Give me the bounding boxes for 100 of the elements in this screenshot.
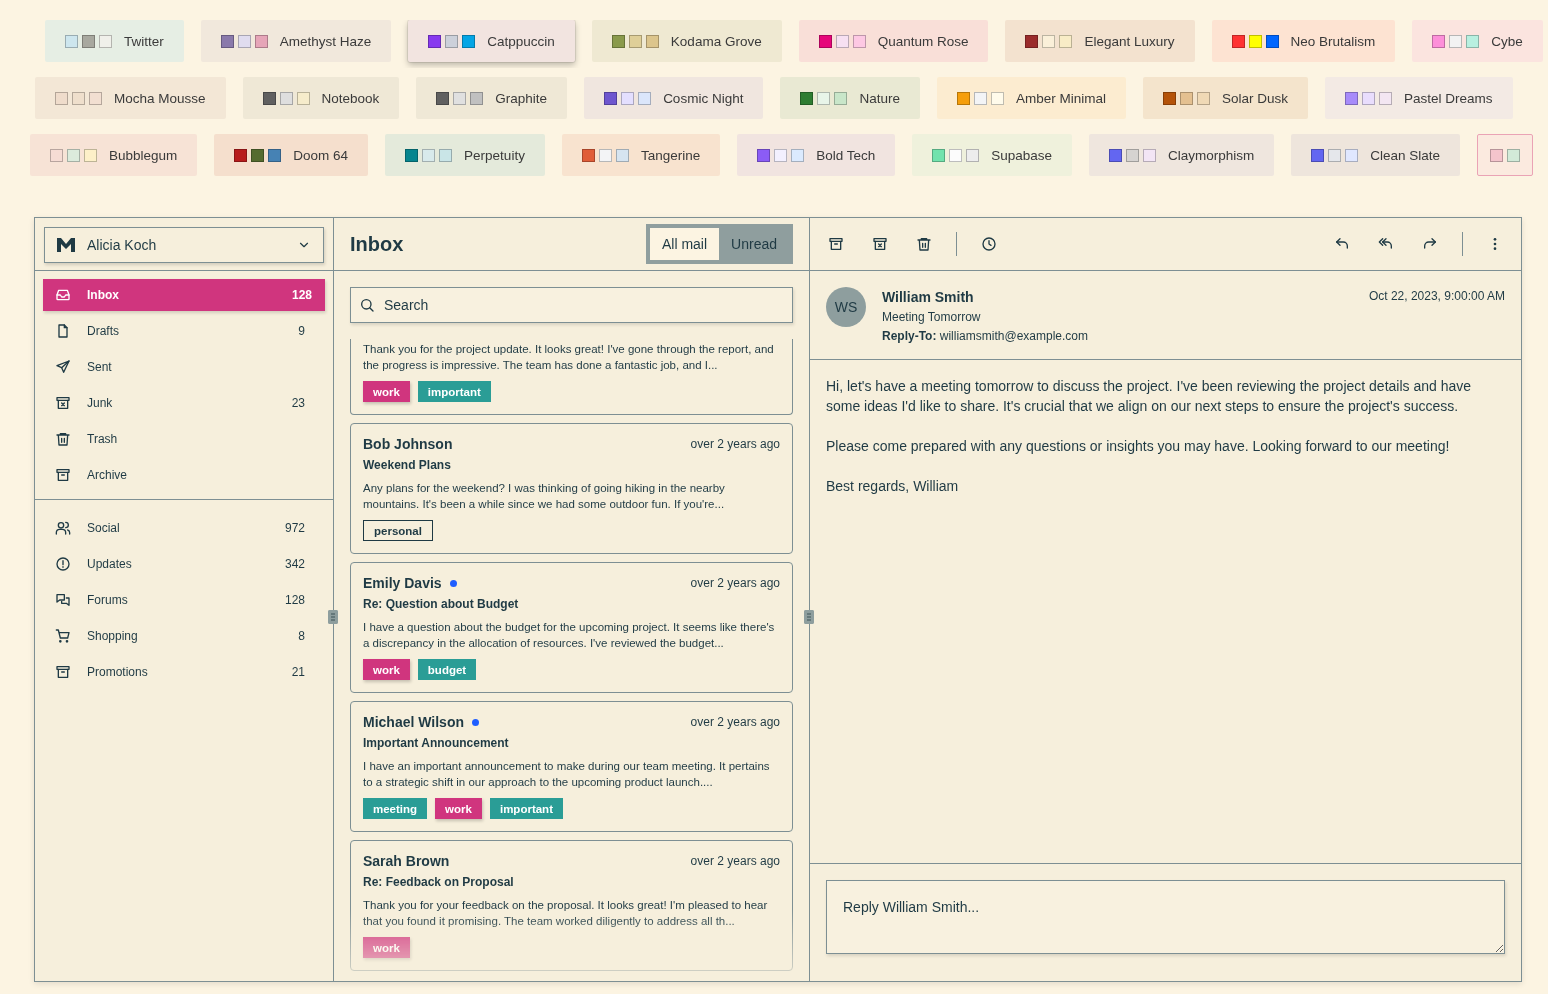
- sender-name: William Smith: [882, 289, 975, 305]
- mail-preview: I have an important announcement to make during our team meeting. It pertains to a strategic shift in our approach to the upcoming product launch....: [363, 759, 771, 790]
- mail-date: Oct 22, 2023, 9:00:00 AM: [1368, 289, 1505, 305]
- theme-chip[interactable]: Claymorphism: [1089, 134, 1275, 176]
- mail-preview: Thank you for your feedback on the proposal. It looks great! I'm pleased to hear that you found it promising. The team worked diligently to address all th...: [363, 898, 769, 929]
- mail-date: over 2 years ago: [690, 437, 780, 451]
- mail-subject: Meeting Tomorrow: [882, 310, 982, 324]
- theme-chip[interactable]: Twitter: [45, 20, 184, 62]
- mail-tag: work: [363, 381, 410, 402]
- mail-tag: budget: [417, 659, 477, 680]
- theme-chip[interactable]: Pastel Dreams: [1325, 77, 1513, 119]
- theme-chip[interactable]: Bubblegum: [30, 134, 198, 176]
- nav-item[interactable]: Social 972: [43, 512, 325, 544]
- theme-chip[interactable]: Tangerine: [561, 134, 721, 176]
- nav-item[interactable]: Junk 23: [43, 387, 325, 419]
- theme-chip[interactable]: Cybe: [1412, 20, 1543, 62]
- mail-date: over 2 years ago: [690, 854, 780, 868]
- inbox-icon: [55, 287, 71, 303]
- theme-chip[interactable]: Amethyst Haze: [200, 20, 392, 62]
- nav-item[interactable]: Trash: [43, 423, 325, 455]
- theme-chip[interactable]: Graphite: [416, 77, 568, 119]
- message-paragraph: Best regards, William: [826, 477, 960, 496]
- theme-chip[interactable]: Amber Minimal: [936, 77, 1126, 119]
- mail-subject: Weekend Plans: [363, 458, 452, 472]
- sender-name: Michael Wilson: [363, 714, 464, 730]
- nav-item[interactable]: Promotions 21: [43, 656, 325, 688]
- mail-card[interactable]: Thank you for the project update. It looks great! I've gone through the report, and the progress is impressive. The team has done a fantastic job, and I... work important: [350, 339, 793, 415]
- search-icon: [359, 297, 375, 313]
- mail-tag: work: [363, 659, 410, 680]
- nav-item[interactable]: Shopping 8: [43, 620, 325, 652]
- mail-tag: important: [417, 381, 491, 402]
- reply-icon: [1334, 236, 1350, 252]
- mail-subject: Re: Feedback on Proposal: [363, 875, 515, 889]
- mail-tag: work: [363, 937, 410, 958]
- archive-icon: [828, 236, 844, 252]
- message-paragraph: Please come prepared with any questions or insights you may have. Looking forward to our meeting!: [826, 437, 1451, 456]
- reply-all-icon: [1378, 236, 1394, 252]
- people-icon: [55, 520, 71, 536]
- mail-card[interactable]: [350, 562, 793, 693]
- mail-date: over 2 years ago: [690, 715, 780, 729]
- sender-name: Sarah Brown: [363, 853, 450, 869]
- mail-subject: Important Announcement: [363, 736, 510, 750]
- mail-subject: Re: Question about Budget: [363, 597, 520, 611]
- account-select[interactable]: Alicia Koch: [44, 227, 324, 263]
- junk-icon: [872, 236, 888, 252]
- mail-card[interactable]: Bob Johnson over 2 years ago Weekend Plans Any plans for the weekend? I was thinking of going hiking in the nearby mountains. It's been a while since we had some outdoor fun. If you're... personal: [350, 423, 793, 554]
- theme-chip[interactable]: Cosmic Night: [584, 77, 764, 119]
- nav-item[interactable]: Archive: [43, 459, 325, 491]
- nav-item[interactable]: Updates 342: [43, 548, 325, 580]
- junk-icon: [55, 395, 71, 411]
- alert-icon: [55, 556, 71, 572]
- theme-chip[interactable]: Quantum Rose: [798, 20, 989, 62]
- theme-chip[interactable]: Clean Slate: [1291, 134, 1461, 176]
- forward-icon: [1422, 236, 1438, 252]
- mail-date: over 2 years ago: [690, 576, 780, 590]
- theme-chip[interactable]: Nature: [780, 77, 920, 119]
- send-icon: [55, 359, 71, 375]
- mail-preview: Any plans for the weekend? I was thinking of going hiking in the nearby mountains. It's been a while since we had some outdoor fun. If you're...: [363, 481, 726, 512]
- sender-name: Emily Davis: [363, 575, 442, 591]
- theme-chip[interactable]: Supabase: [912, 134, 1073, 176]
- filter-tab[interactable]: All mail: [649, 228, 720, 260]
- avatar: WS: [826, 287, 866, 327]
- mail-preview: Thank you for the project update. It looks great! I've gone through the report, and the progress is impressive. The team has done a fantastic job, and I...: [363, 342, 775, 373]
- mail-tag: work: [435, 798, 482, 819]
- theme-chip[interactable]: Bold Tech: [737, 134, 896, 176]
- mail-tag: meeting: [363, 798, 428, 819]
- archive-icon: [55, 467, 71, 483]
- trash-icon: [55, 431, 71, 447]
- document-icon: [55, 323, 71, 339]
- archive-icon: [55, 664, 71, 680]
- cart-icon: [55, 628, 71, 644]
- resize-handle[interactable]: [804, 610, 814, 624]
- theme-chip[interactable]: Elegant Luxury: [1005, 20, 1195, 62]
- search-field[interactable]: Search: [350, 287, 793, 323]
- mail-preview: I have a question about the budget for the upcoming project. It seems like there's a discrepancy in the allocation of resources. I've reviewed the budget...: [363, 620, 776, 651]
- reply-field[interactable]: Reply William Smith...: [826, 880, 1505, 954]
- mail-card[interactable]: [350, 701, 793, 832]
- theme-chip[interactable]: Perpetuity: [385, 134, 545, 176]
- mail-card[interactable]: [350, 840, 793, 971]
- sender-name: Bob Johnson: [363, 436, 453, 452]
- snooze-icon: [981, 236, 997, 252]
- chat-icon: [55, 592, 71, 608]
- theme-chip[interactable]: Notebook: [242, 77, 400, 119]
- theme-chip[interactable]: Doom 64: [214, 134, 369, 176]
- theme-chip[interactable]: Solar Dusk: [1142, 77, 1308, 119]
- filter-tab[interactable]: Unread: [719, 228, 789, 260]
- theme-chip[interactable]: Catppuccin: [408, 20, 575, 62]
- nav-item[interactable]: Sent: [43, 351, 325, 383]
- nav-item[interactable]: Forums 128: [43, 584, 325, 616]
- mail-tag: important: [489, 798, 563, 819]
- nav-item[interactable]: Drafts 9: [43, 315, 325, 347]
- theme-chip[interactable]: Neo Brutalism: [1211, 20, 1396, 62]
- resize-handle[interactable]: [328, 610, 338, 624]
- message-paragraph: Hi, let's have a meeting tomorrow to discuss the project. I've been reviewing the project details and have some ideas I'd like to share. It's crucial that we align on our next steps to ensure the project's success.: [826, 377, 1473, 416]
- nav-item[interactable]: Inbox 128: [43, 279, 325, 311]
- reply-to-line: Reply-To: williamsmith@example.com: [882, 329, 1089, 343]
- theme-chip[interactable]: Mocha Mousse: [35, 77, 226, 119]
- theme-chip[interactable]: Kodama Grove: [591, 20, 782, 62]
- mail-tag: personal: [363, 520, 433, 541]
- list-title: Inbox: [350, 232, 404, 256]
